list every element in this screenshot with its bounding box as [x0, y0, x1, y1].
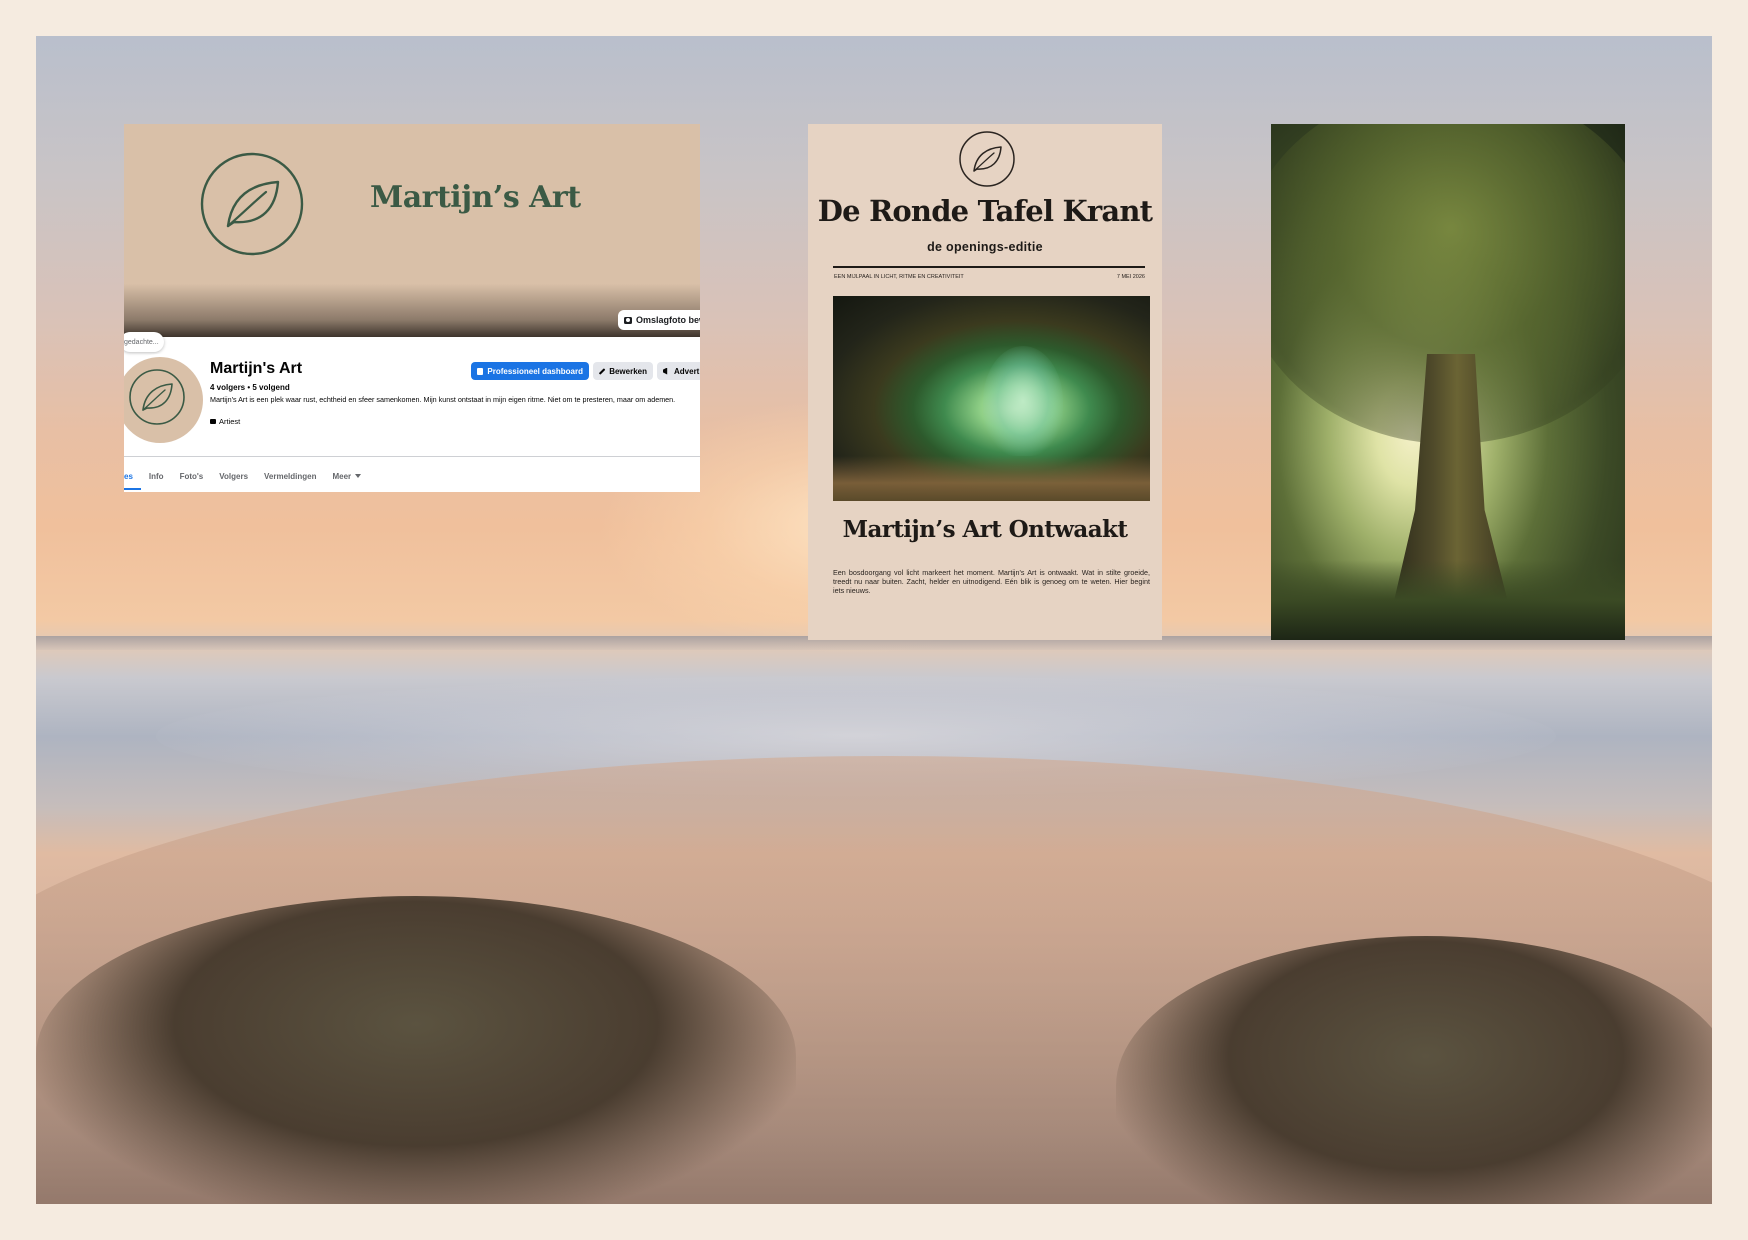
article-headline: Martijn’s Art Ontwaakt [842, 516, 1128, 543]
status-bubble[interactable]: gedachte... [124, 332, 164, 352]
advertise-button[interactable]: Advert [657, 362, 700, 380]
article-body: Een bosdoorgang vol licht markeert het m… [833, 568, 1150, 595]
newspaper-tagline: EEN MIJLPAAL IN LICHT, RITME EN CREATIVI… [834, 274, 964, 280]
edit-cover-label: Omslagfoto bewe [636, 315, 700, 325]
tab-photos[interactable]: Foto's [172, 464, 212, 488]
edit-cover-button[interactable]: Omslagfoto bewe [618, 310, 700, 330]
edit-label: Bewerken [609, 366, 647, 376]
tab-more-label: Meer [332, 471, 352, 481]
tree-ground [1271, 560, 1625, 640]
newspaper-subtitle: de openings-editie [927, 240, 1043, 254]
caret-down-icon [355, 474, 362, 478]
newspaper-title: De Ronde Tafel Krant [817, 194, 1153, 228]
tab-followers[interactable]: Volgers [211, 464, 256, 488]
page-tabs: es Info Foto's Volgers Vermeldingen Meer [124, 464, 700, 490]
tabs-divider [124, 456, 700, 457]
leaf-circle-icon [129, 369, 185, 425]
cover-title: Martijn’s Art [370, 180, 581, 215]
cover-photo[interactable]: Martijn’s Art Omslagfoto bewe [124, 124, 700, 337]
follower-stats[interactable]: 4 volgers • 5 volgend [210, 383, 290, 392]
facebook-page-screenshot: Martijn’s Art Omslagfoto bewe gedachte..… [124, 124, 700, 492]
leaf-circle-icon [959, 131, 1015, 187]
dashboard-label: Professioneel dashboard [487, 366, 583, 376]
megaphone-icon [663, 367, 668, 375]
leaf-circle-icon [200, 152, 304, 256]
page-bio: Martijn's Art is een plek waar rust, ech… [210, 395, 676, 404]
professional-dashboard-button[interactable]: Professioneel dashboard [471, 362, 589, 380]
edit-page-button[interactable]: Bewerken [593, 362, 653, 380]
oak-tree-painting [1271, 124, 1625, 640]
tab-posts[interactable]: es [124, 464, 141, 490]
newspaper-cover: De Ronde Tafel Krant de openings-editie … [808, 124, 1162, 640]
page-category: Artiest [210, 417, 240, 426]
tab-mentions[interactable]: Vermeldingen [256, 464, 324, 488]
forest-passage-image [833, 296, 1150, 501]
masthead-rule [833, 266, 1145, 268]
tab-info[interactable]: Info [141, 464, 172, 488]
profile-avatar[interactable] [124, 354, 206, 446]
page-category-label: Artiest [219, 417, 241, 426]
briefcase-icon [210, 419, 216, 424]
camera-icon [624, 316, 632, 324]
dashboard-icon [477, 367, 484, 375]
newspaper-date: 7 MEI 2026 [1116, 274, 1145, 280]
dune-grass-left [36, 896, 796, 1204]
tab-more[interactable]: Meer [324, 464, 369, 488]
advertise-label: Advert [674, 366, 700, 376]
pencil-icon [598, 367, 606, 375]
page-name: Martijn's Art [210, 360, 303, 377]
